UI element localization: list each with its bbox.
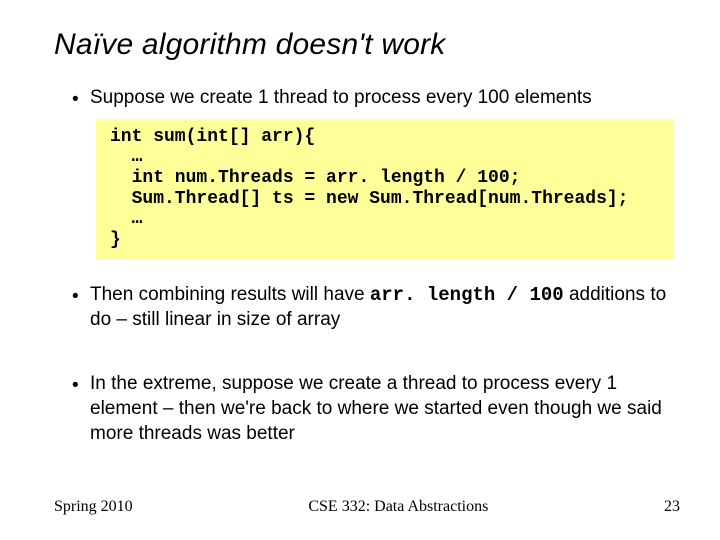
bullet-dot-icon: • xyxy=(72,372,90,399)
bullet-2-code: arr. length / 100 xyxy=(370,284,564,306)
footer-term: Spring 2010 xyxy=(54,498,133,516)
bullet-1: • Suppose we create 1 thread to process … xyxy=(72,86,680,113)
footer-page: 23 xyxy=(664,498,680,516)
bullet-1-text: Suppose we create 1 thread to process ev… xyxy=(90,86,680,111)
code-block: int sum(int[] arr){ … int num.Threads = … xyxy=(96,119,674,259)
footer: Spring 2010 CSE 332: Data Abstractions 2… xyxy=(54,498,680,516)
bullet-3: • In the extreme, suppose we create a th… xyxy=(72,372,680,446)
bullet-2: • Then combining results will have arr. … xyxy=(72,283,680,332)
footer-course: CSE 332: Data Abstractions xyxy=(308,498,488,516)
slide: Naïve algorithm doesn't work • Suppose w… xyxy=(0,0,720,540)
bullet-3-text: In the extreme, suppose we create a thre… xyxy=(90,372,680,446)
bullet-dot-icon: • xyxy=(72,283,90,310)
bullet-2-pre: Then combining results will have xyxy=(90,284,370,305)
bullet-dot-icon: • xyxy=(72,86,90,113)
bullet-2-text: Then combining results will have arr. le… xyxy=(90,283,680,332)
slide-title: Naïve algorithm doesn't work xyxy=(54,28,680,62)
